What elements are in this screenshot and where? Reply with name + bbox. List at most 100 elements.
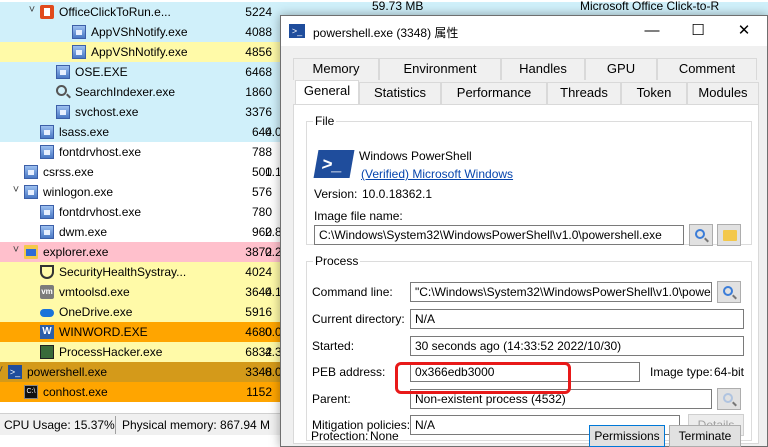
process-name: WINWORD.EXE xyxy=(59,325,148,339)
window-icon xyxy=(40,125,54,139)
tab-performance[interactable]: Performance xyxy=(441,82,547,104)
protection-value: None xyxy=(370,429,399,443)
inspect-command-button[interactable] xyxy=(717,281,741,303)
chevron-down-icon[interactable]: ˅ xyxy=(10,184,22,196)
tab-token[interactable]: Token xyxy=(621,82,687,104)
parent-label: Parent: xyxy=(312,392,351,406)
process-pid: 1860 xyxy=(245,85,272,99)
tab-handles[interactable]: Handles xyxy=(501,58,585,80)
process-description: Microsoft Office Click-to-R xyxy=(580,0,720,13)
magnifier-icon xyxy=(695,229,705,239)
process-name: svchost.exe xyxy=(75,105,139,119)
folder-icon xyxy=(723,230,737,241)
minimize-button[interactable]: — xyxy=(629,16,675,46)
process-pid: 1152 xyxy=(246,385,272,399)
process-name: explorer.exe xyxy=(43,245,109,259)
command-line-label: Command line: xyxy=(312,285,393,299)
window-icon xyxy=(72,45,86,59)
process-name: SearchIndexer.exe xyxy=(75,85,176,99)
product-name: Windows PowerShell xyxy=(359,149,472,163)
window-icon xyxy=(24,185,38,199)
window-icon xyxy=(40,205,54,219)
process-name: OfficeClickToRun.e... xyxy=(59,5,171,19)
permissions-button[interactable]: Permissions xyxy=(589,425,665,447)
chevron-down-icon[interactable]: ˅ xyxy=(26,4,38,16)
chevron-down-icon[interactable]: ˅ xyxy=(0,364,6,376)
office-icon xyxy=(40,5,54,19)
process-pid: 4024 xyxy=(245,265,272,279)
process-pid: 4088 xyxy=(245,25,272,39)
process-name: AppVShNotify.exe xyxy=(91,45,188,59)
process-private-bytes: 59.73 MB xyxy=(372,0,424,13)
started-field[interactable]: 30 seconds ago (14:33:52 2022/10/30) xyxy=(410,336,744,356)
process-pid: 780 xyxy=(251,205,272,219)
verified-company-link[interactable]: (Verified) Microsoft Windows xyxy=(361,167,513,181)
peb-address-label: PEB address: xyxy=(312,365,386,379)
tab-modules[interactable]: Modules xyxy=(687,82,759,104)
process-name: ProcessHacker.exe xyxy=(59,345,163,359)
word-icon: W xyxy=(40,325,54,339)
version-label: Version: xyxy=(314,187,358,201)
image-file-label: Image file name: xyxy=(314,209,403,223)
tab-gpu[interactable]: GPU xyxy=(585,58,657,80)
parent-highlight-annotation xyxy=(395,362,571,394)
dialog-title: powershell.exe (3348) 属性 xyxy=(313,26,459,40)
process-name: AppVShNotify.exe xyxy=(91,25,188,39)
vm-icon: vm xyxy=(40,285,54,299)
process-name: conhost.exe xyxy=(43,385,108,399)
shield-icon xyxy=(40,265,54,279)
onedrive-icon xyxy=(40,309,54,317)
processhacker-icon xyxy=(40,345,54,359)
process-pid: 5224 xyxy=(245,5,272,19)
powershell-icon: >_ xyxy=(289,24,305,38)
process-name: vmtoolsd.exe xyxy=(59,285,130,299)
inspect-parent-button[interactable] xyxy=(717,388,741,410)
process-name: SecurityHealthSystray... xyxy=(59,265,187,279)
window-icon xyxy=(24,165,38,179)
tab-comment[interactable]: Comment xyxy=(657,58,757,80)
process-pid: 5916 xyxy=(245,305,272,319)
title-bar[interactable]: >_ powershell.exe (3348) 属性 — ☐ ✕ xyxy=(281,16,767,46)
window-icon xyxy=(56,65,70,79)
started-label: Started: xyxy=(312,339,355,353)
magnifier-icon xyxy=(723,286,733,296)
tab-threads[interactable]: Threads xyxy=(547,82,621,104)
physical-memory-text: Physical memory: 867.94 M xyxy=(122,418,271,432)
image-file-field[interactable]: C:\Windows\System32\WindowsPowerShell\v1… xyxy=(314,225,684,245)
process-pid: 788 xyxy=(251,145,272,159)
process-pid: 6468 xyxy=(245,65,272,79)
inspect-image-button[interactable] xyxy=(689,224,713,246)
window-icon xyxy=(40,225,54,239)
window-icon xyxy=(56,105,70,119)
console-icon: C:\ xyxy=(24,385,38,399)
current-directory-label: Current directory: xyxy=(312,312,405,326)
open-folder-button[interactable] xyxy=(717,224,741,246)
magnifier-icon xyxy=(723,393,733,403)
chevron-down-icon[interactable]: ˅ xyxy=(10,244,22,256)
command-line-field[interactable]: "C:\Windows\System32\WindowsPowerShell\v… xyxy=(410,282,712,302)
process-name: dwm.exe xyxy=(59,225,108,239)
window-icon xyxy=(40,145,54,159)
process-name: csrss.exe xyxy=(43,165,94,179)
process-name: winlogon.exe xyxy=(43,185,114,199)
powershell-icon: >_ xyxy=(8,365,22,379)
process-name: powershell.exe xyxy=(27,365,108,379)
tab-memory[interactable]: Memory xyxy=(293,58,379,80)
process-group-label: Process xyxy=(313,254,361,268)
protection-label: Protection: xyxy=(311,429,369,443)
image-type-value: 64-bit xyxy=(714,365,745,379)
process-name: fontdrvhost.exe xyxy=(59,205,142,219)
process-pid: 4856 xyxy=(245,45,272,59)
version-value: 10.0.18362.1 xyxy=(362,187,433,201)
tab-general[interactable]: General xyxy=(295,80,359,104)
process-name: OSE.EXE xyxy=(75,65,128,79)
maximize-button[interactable]: ☐ xyxy=(675,16,721,46)
file-group-label: File xyxy=(313,114,337,128)
process-name: lsass.exe xyxy=(59,125,110,139)
current-directory-field[interactable]: N/A xyxy=(410,309,744,329)
close-button[interactable]: ✕ xyxy=(721,16,767,46)
tab-statistics[interactable]: Statistics xyxy=(359,82,441,104)
terminate-button[interactable]: Terminate xyxy=(669,425,741,447)
process-pid: 576 xyxy=(251,185,272,199)
tab-environment[interactable]: Environment xyxy=(379,58,501,80)
